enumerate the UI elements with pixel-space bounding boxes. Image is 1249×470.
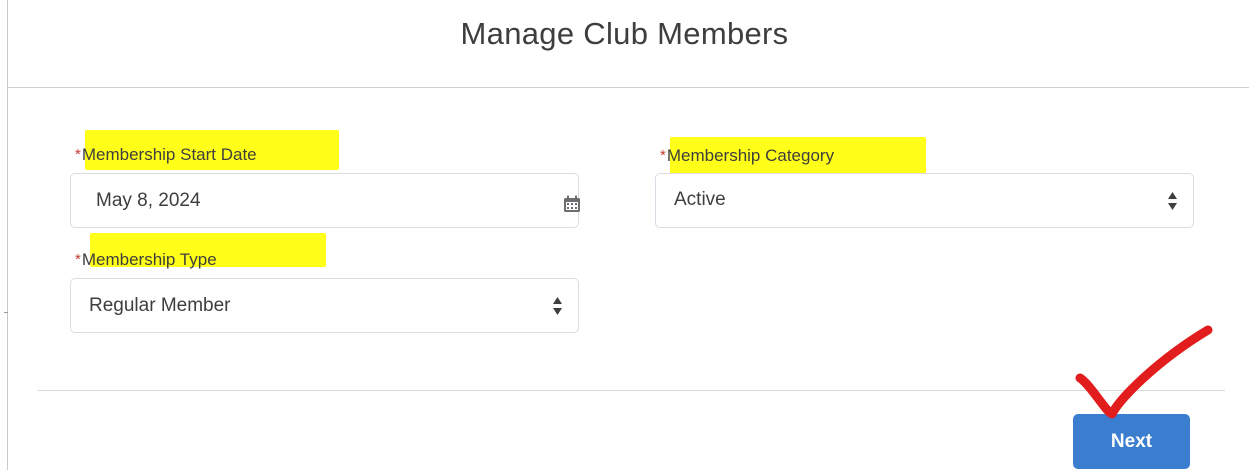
start-date-label: *Membership Start Date xyxy=(75,145,257,165)
category-value: Active xyxy=(674,189,726,210)
start-date-input[interactable]: May 8, 2024 xyxy=(70,173,582,228)
type-label-text: Membership Type xyxy=(81,250,217,269)
start-date-label-text: Membership Start Date xyxy=(81,145,257,164)
next-button[interactable]: Next xyxy=(1073,414,1190,469)
footer-divider xyxy=(38,390,1225,391)
header-divider xyxy=(8,87,1249,88)
type-label: *Membership Type xyxy=(75,250,217,270)
required-asterisk: * xyxy=(660,147,666,164)
required-asterisk: * xyxy=(75,146,81,163)
calendar-icon[interactable] xyxy=(562,194,582,214)
left-border xyxy=(7,0,8,470)
type-value: Regular Member xyxy=(89,295,231,316)
up-down-arrows-icon xyxy=(1168,192,1177,210)
type-select[interactable]: Regular Member xyxy=(70,278,579,333)
category-label: *Membership Category xyxy=(660,146,834,166)
page-title: Manage Club Members xyxy=(460,16,789,51)
required-asterisk: * xyxy=(75,251,81,268)
up-down-arrows-icon xyxy=(553,297,562,315)
category-select[interactable]: Active xyxy=(655,173,1194,228)
left-border-tick xyxy=(4,312,8,313)
start-date-value: May 8, 2024 xyxy=(96,190,201,211)
category-label-text: Membership Category xyxy=(666,146,835,165)
